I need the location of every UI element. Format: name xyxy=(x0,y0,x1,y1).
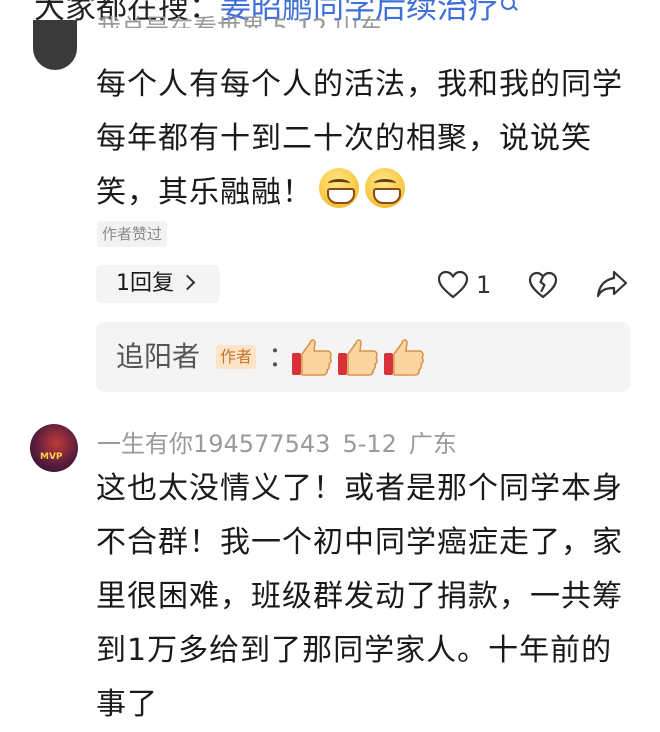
thumbs-up-emoji-icon xyxy=(338,339,378,376)
grin-emoji-icon xyxy=(365,168,405,208)
chevron-right-icon xyxy=(179,274,196,291)
author-badge: 作者 xyxy=(216,345,257,369)
author-liked-tag: 作者赞过 xyxy=(97,221,168,247)
avatar[interactable]: MVP xyxy=(30,424,78,472)
search-icon[interactable] xyxy=(499,0,519,12)
like-count: 1 xyxy=(476,271,492,299)
username[interactable]: 一生有你194577543 xyxy=(97,430,330,458)
comment-text: 每个人有每个人的活法，我和我的同学每年都有十到二十次的相聚，说说笑笑，其乐融融！ xyxy=(96,67,623,210)
grin-emoji-icon xyxy=(319,168,359,208)
view-replies-button[interactable]: 1回复 xyxy=(96,265,220,303)
like-icon[interactable] xyxy=(437,270,469,300)
comment-location: 广东 xyxy=(408,430,457,458)
comment-date: 5-12 xyxy=(342,430,397,458)
avatar[interactable] xyxy=(33,20,77,70)
comment-body: 每个人有每个人的活法，我和我的同学每年都有十到二十次的相聚，说说笑笑，其乐融融！ xyxy=(96,58,636,220)
mvp-badge: MVP xyxy=(40,452,63,462)
replies-label: 1回复 xyxy=(116,271,174,296)
broken-heart-icon[interactable] xyxy=(528,270,558,300)
thumbs-up-emoji-icon xyxy=(384,339,424,376)
comment-meta: 一生有你194577543 5-12 广东 xyxy=(97,429,469,459)
thumbs-up-emoji-icon xyxy=(292,339,332,376)
reply-author-name[interactable]: 追阳者 xyxy=(116,337,200,377)
comment-body: 这也太没情义了！或者是那个同学本身不合群！我一个初中同学癌症走了，家里很困难，班… xyxy=(96,462,636,732)
comment-text: 这也太没情义了！或者是那个同学本身不合群！我一个初中同学癌症走了，家里很困难，班… xyxy=(96,471,623,722)
comment-meta: 我总是在看世界 5-12 山东 xyxy=(97,14,383,28)
share-icon[interactable] xyxy=(596,269,628,299)
